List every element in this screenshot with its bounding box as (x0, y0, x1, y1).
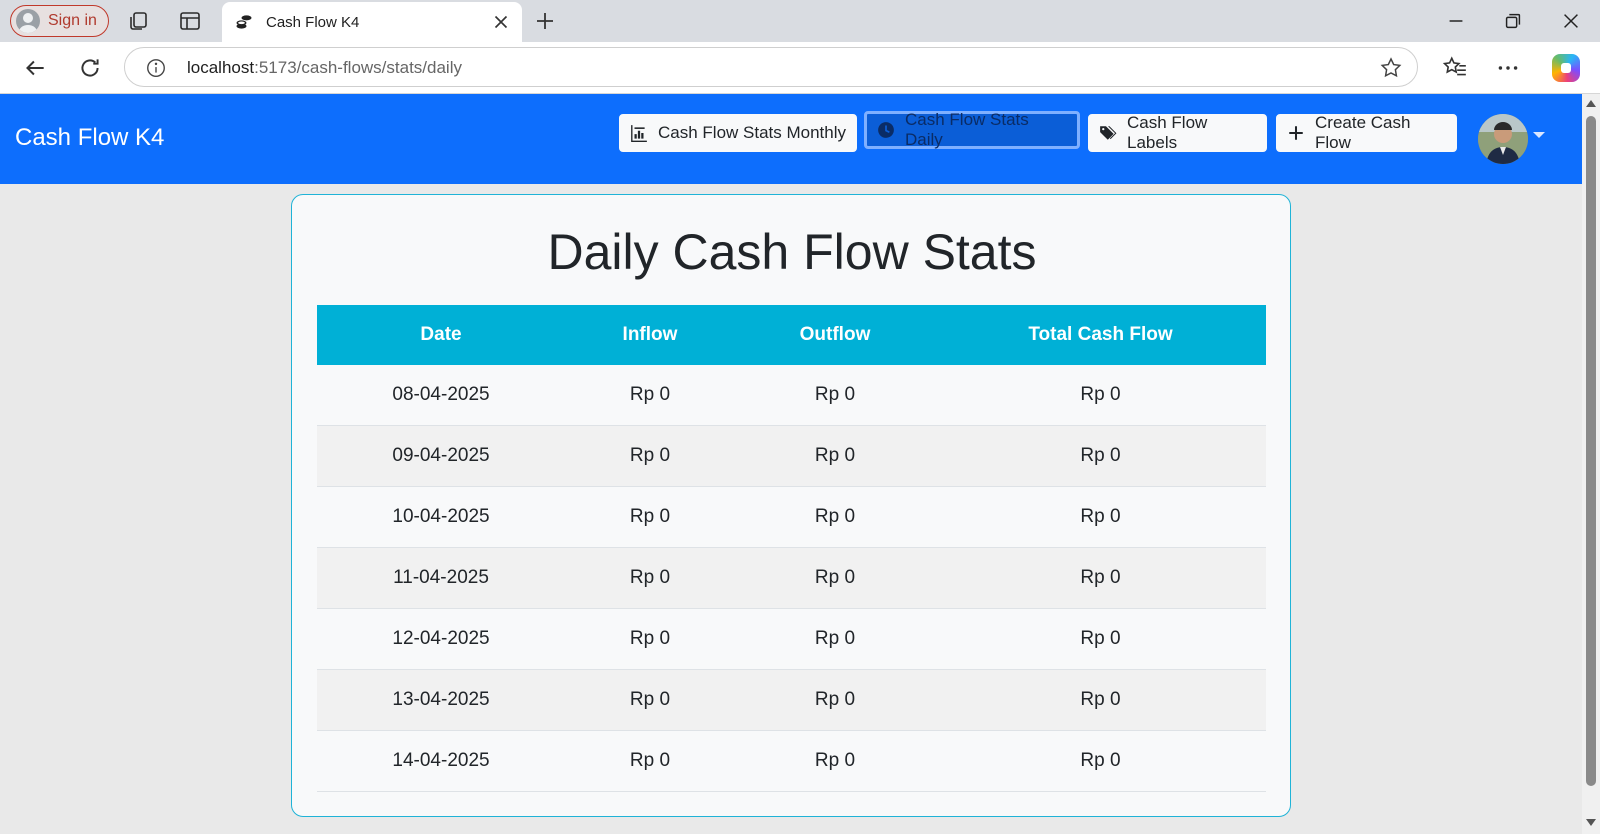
sign-in-label: Sign in (48, 12, 97, 29)
url-text: localhost:5173/cash-flows/stats/daily (187, 58, 462, 78)
outflow-cell: Rp 0 (814, 750, 856, 771)
table-row: 13-04-2025 Rp 0 Rp 0 Rp 0 (317, 670, 1266, 731)
sign-in-button[interactable]: Sign in (10, 5, 109, 37)
coins-favicon-icon (236, 15, 252, 29)
plus-icon (1289, 126, 1303, 140)
table-row: 09-04-2025 Rp 0 Rp 0 Rp 0 (317, 426, 1266, 487)
chevron-down-icon[interactable] (1533, 132, 1545, 138)
date-cell: 11-04-2025 (393, 567, 489, 588)
outflow-cell: Rp 0 (814, 445, 856, 466)
inflow-cell: Rp 0 (629, 445, 671, 466)
page-viewport: Cash Flow K4 Cash Flow Stats Monthly Cas… (0, 94, 1582, 834)
total-cell: Rp 0 (1080, 750, 1121, 771)
total-cell: Rp 0 (1080, 384, 1121, 405)
nav-stats-daily-button[interactable]: Cash Flow Stats Daily (864, 110, 1080, 149)
date-cell: 14-04-2025 (392, 750, 490, 771)
inflow-cell: Rp 0 (629, 567, 671, 588)
date-cell: 09-04-2025 (392, 445, 490, 466)
inflow-cell: Rp 0 (629, 384, 671, 405)
total-cell: Rp 0 (1080, 445, 1121, 466)
inflow-cell: Rp 0 (629, 689, 671, 710)
url-host: localhost (187, 58, 255, 77)
app-brand[interactable]: Cash Flow K4 (15, 124, 164, 152)
daily-stats-card: Daily Cash Flow Stats Date Inflow Outflo… (291, 194, 1291, 817)
nav-create-label: Create Cash Flow (1315, 113, 1411, 152)
inflow-cell: Rp 0 (629, 750, 671, 771)
date-cell: 08-04-2025 (392, 384, 490, 405)
user-avatar[interactable] (1478, 114, 1528, 164)
outflow-cell: Rp 0 (814, 689, 856, 710)
scroll-down-arrow-icon[interactable] (1586, 819, 1596, 826)
column-header-total: Total Cash Flow (1028, 324, 1173, 345)
url-path: :5173/cash-flows/stats/daily (254, 58, 462, 77)
page-title: Daily Cash Flow Stats (547, 224, 1037, 280)
favorites-icon[interactable] (1442, 55, 1468, 81)
bar-chart-icon (631, 125, 647, 142)
more-menu-icon[interactable] (1495, 55, 1521, 81)
column-header-inflow: Inflow (622, 324, 678, 345)
page-scrollbar[interactable] (1582, 94, 1600, 834)
nav-labels-button[interactable]: Cash Flow Labels (1088, 113, 1267, 152)
back-icon[interactable] (22, 55, 48, 81)
favorite-star-icon[interactable] (1379, 56, 1403, 80)
close-window-icon[interactable] (1560, 10, 1582, 32)
total-cell: Rp 0 (1080, 628, 1121, 649)
browser-tab-strip: Sign in Cash Flow K4 (0, 0, 1600, 42)
outflow-cell: Rp 0 (814, 506, 856, 527)
new-tab-icon[interactable] (533, 9, 557, 33)
table-row: 10-04-2025 Rp 0 Rp 0 Rp 0 (317, 487, 1266, 548)
inflow-cell: Rp 0 (629, 628, 671, 649)
close-tab-icon[interactable] (490, 11, 512, 33)
minimize-icon[interactable] (1445, 10, 1467, 32)
user-photo (1478, 114, 1528, 164)
tab-title: Cash Flow K4 (266, 13, 360, 31)
workspaces-icon[interactable] (127, 9, 151, 33)
address-bar[interactable]: localhost:5173/cash-flows/stats/daily (124, 47, 1418, 87)
copilot-icon[interactable] (1552, 54, 1580, 82)
restore-icon[interactable] (1502, 10, 1524, 32)
nav-labels-label: Cash Flow Labels (1127, 113, 1208, 152)
nav-stats-monthly-label: Cash Flow Stats Monthly (658, 123, 847, 142)
column-header-date: Date (420, 324, 462, 345)
inflow-cell: Rp 0 (629, 506, 671, 527)
date-cell: 10-04-2025 (392, 506, 490, 527)
clock-icon (878, 122, 894, 138)
daily-stats-table: Date Inflow Outflow Total Cash Flow 08-0… (317, 305, 1266, 792)
nav-stats-monthly-button[interactable]: Cash Flow Stats Monthly (619, 114, 857, 152)
total-cell: Rp 0 (1080, 567, 1121, 588)
outflow-cell: Rp 0 (814, 628, 856, 649)
nav-stats-daily-label: Cash Flow Stats Daily (905, 110, 1029, 149)
date-cell: 13-04-2025 (392, 689, 490, 710)
outflow-cell: Rp 0 (814, 384, 856, 405)
table-row: 14-04-2025 Rp 0 Rp 0 Rp 0 (317, 731, 1266, 792)
app-navbar: Cash Flow K4 Cash Flow Stats Monthly Cas… (0, 94, 1582, 184)
table-row: 08-04-2025 Rp 0 Rp 0 Rp 0 (317, 365, 1266, 426)
total-cell: Rp 0 (1080, 689, 1121, 710)
profile-icon (16, 9, 40, 33)
vertical-tabs-icon[interactable] (178, 9, 202, 33)
outflow-cell: Rp 0 (814, 567, 856, 588)
nav-create-button[interactable]: Create Cash Flow (1276, 113, 1457, 152)
scrollbar-thumb[interactable] (1586, 116, 1596, 786)
browser-tab-active[interactable]: Cash Flow K4 (222, 2, 522, 42)
table-row: 12-04-2025 Rp 0 Rp 0 Rp 0 (317, 609, 1266, 670)
date-cell: 12-04-2025 (392, 628, 490, 649)
table-header: Date Inflow Outflow Total Cash Flow (317, 305, 1266, 365)
scroll-up-arrow-icon[interactable] (1586, 100, 1596, 107)
tags-icon (1100, 126, 1117, 140)
table-row: 11-04-2025 Rp 0 Rp 0 Rp 0 (317, 548, 1266, 609)
browser-toolbar: localhost:5173/cash-flows/stats/daily (0, 42, 1600, 94)
column-header-outflow: Outflow (799, 324, 871, 345)
site-info-icon[interactable] (145, 57, 167, 79)
reload-icon[interactable] (77, 55, 103, 81)
total-cell: Rp 0 (1080, 506, 1121, 527)
